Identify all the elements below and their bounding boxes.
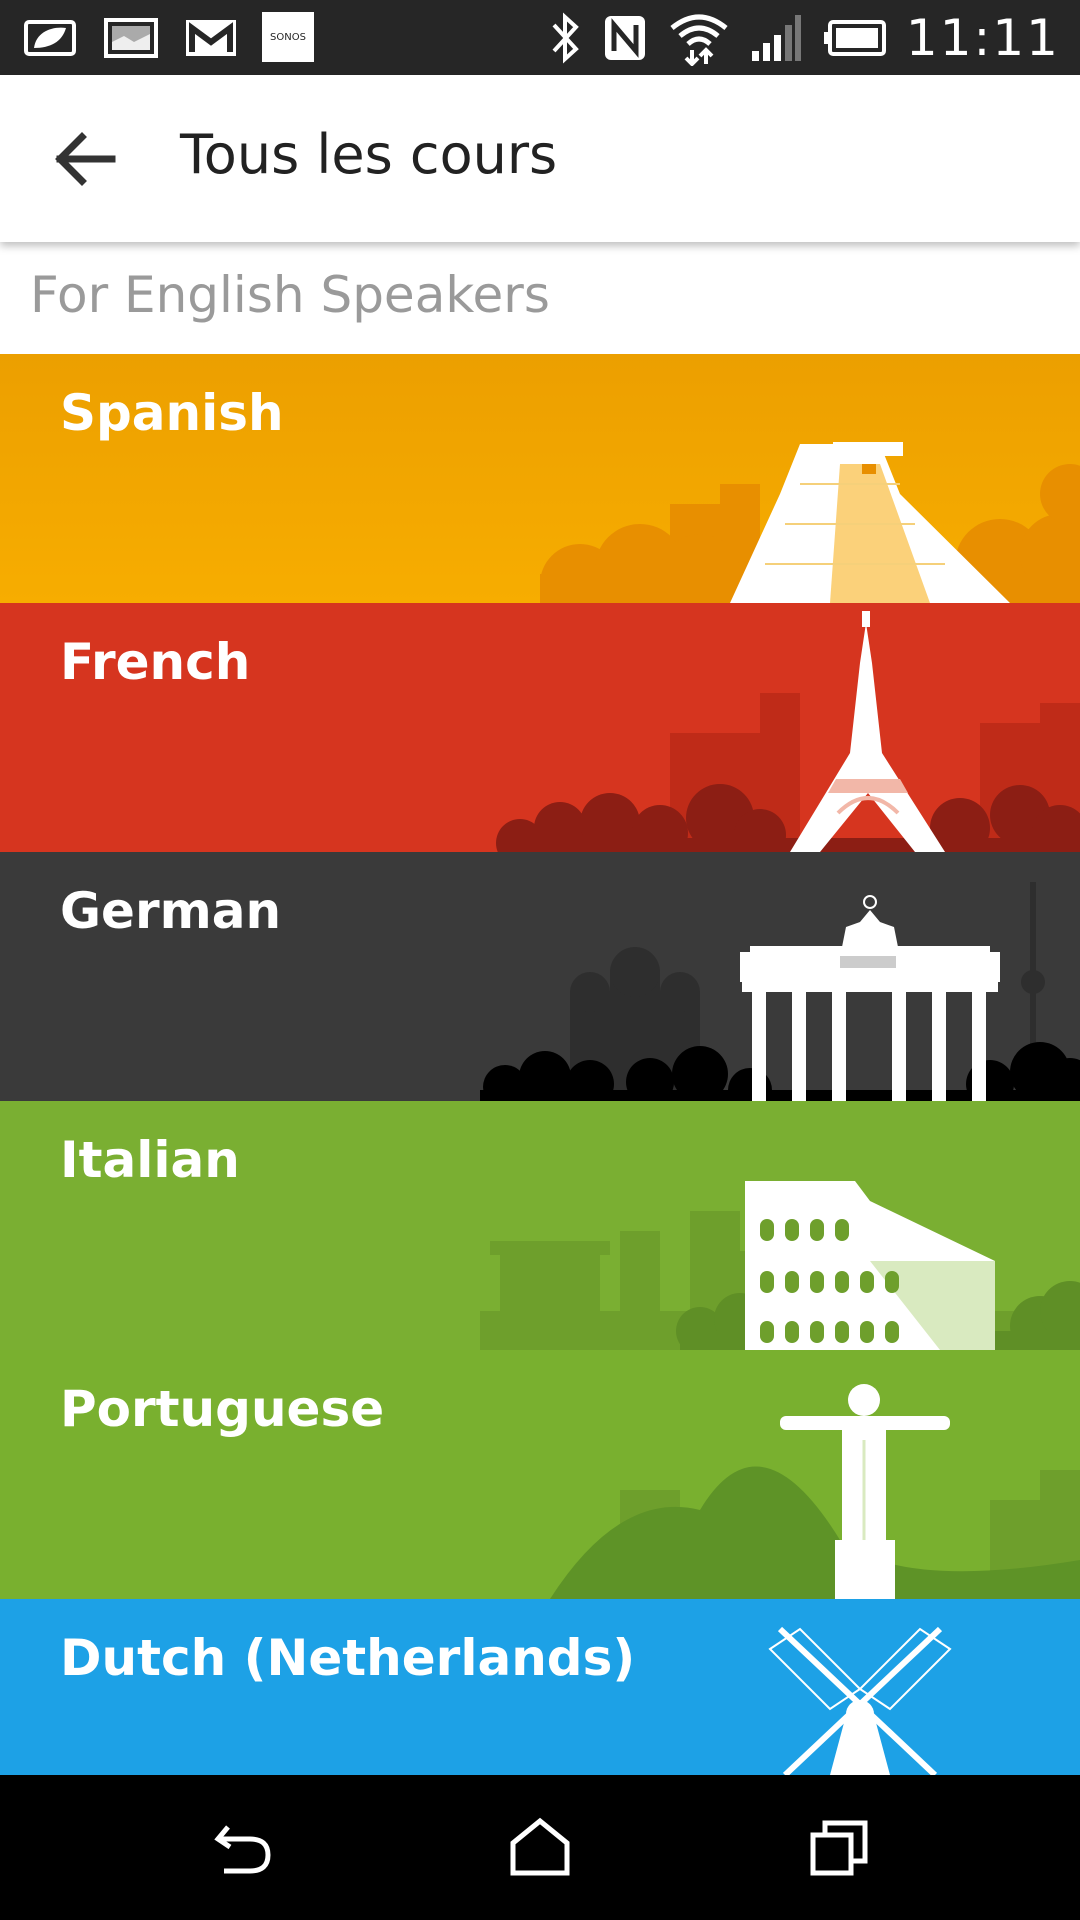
course-french[interactable]: French [0,603,1080,852]
battery-icon [823,20,886,56]
clock: 11:11 [905,9,1060,67]
course-label: Dutch (Netherlands) [60,1629,636,1687]
status-bar: SONOS 11:11 [0,0,1080,75]
home-nav-icon[interactable] [507,1817,573,1877]
windmill-icon [768,1626,952,1775]
leaf-icon [24,20,76,56]
navigation-bar [0,1775,1080,1920]
system-icons: 11:11 [548,8,1060,68]
signal-icon [751,15,801,61]
course-dutch[interactable]: Dutch (Netherlands) [0,1599,1080,1775]
course-italian[interactable]: Italian [0,1101,1080,1350]
course-label: Spanish [60,384,284,442]
sonos-label: SONOS [270,31,306,43]
nfc-icon [604,16,645,60]
course-spanish[interactable]: Spanish [0,354,1080,603]
course-label: Italian [60,1131,240,1189]
arrow-back-icon[interactable] [50,127,118,191]
course-label: French [60,633,251,691]
notification-icons: SONOS [22,12,314,62]
page-title: Tous les cours [180,123,558,186]
image-icon [104,18,158,58]
wifi-icon [670,14,728,66]
back-nav-icon[interactable] [210,1817,276,1877]
section-header: For English Speakers [0,242,1080,354]
course-german[interactable]: German [0,852,1080,1101]
sonos-icon: SONOS [262,12,314,62]
course-label: Portuguese [60,1380,385,1438]
course-portuguese[interactable]: Portuguese [0,1350,1080,1599]
course-label: German [60,882,282,940]
gmail-icon [186,20,236,56]
section-title: For English Speakers [30,266,550,324]
recents-nav-icon[interactable] [807,1817,873,1877]
bluetooth-icon [552,12,579,64]
app-bar: Tous les cours [0,75,1080,242]
